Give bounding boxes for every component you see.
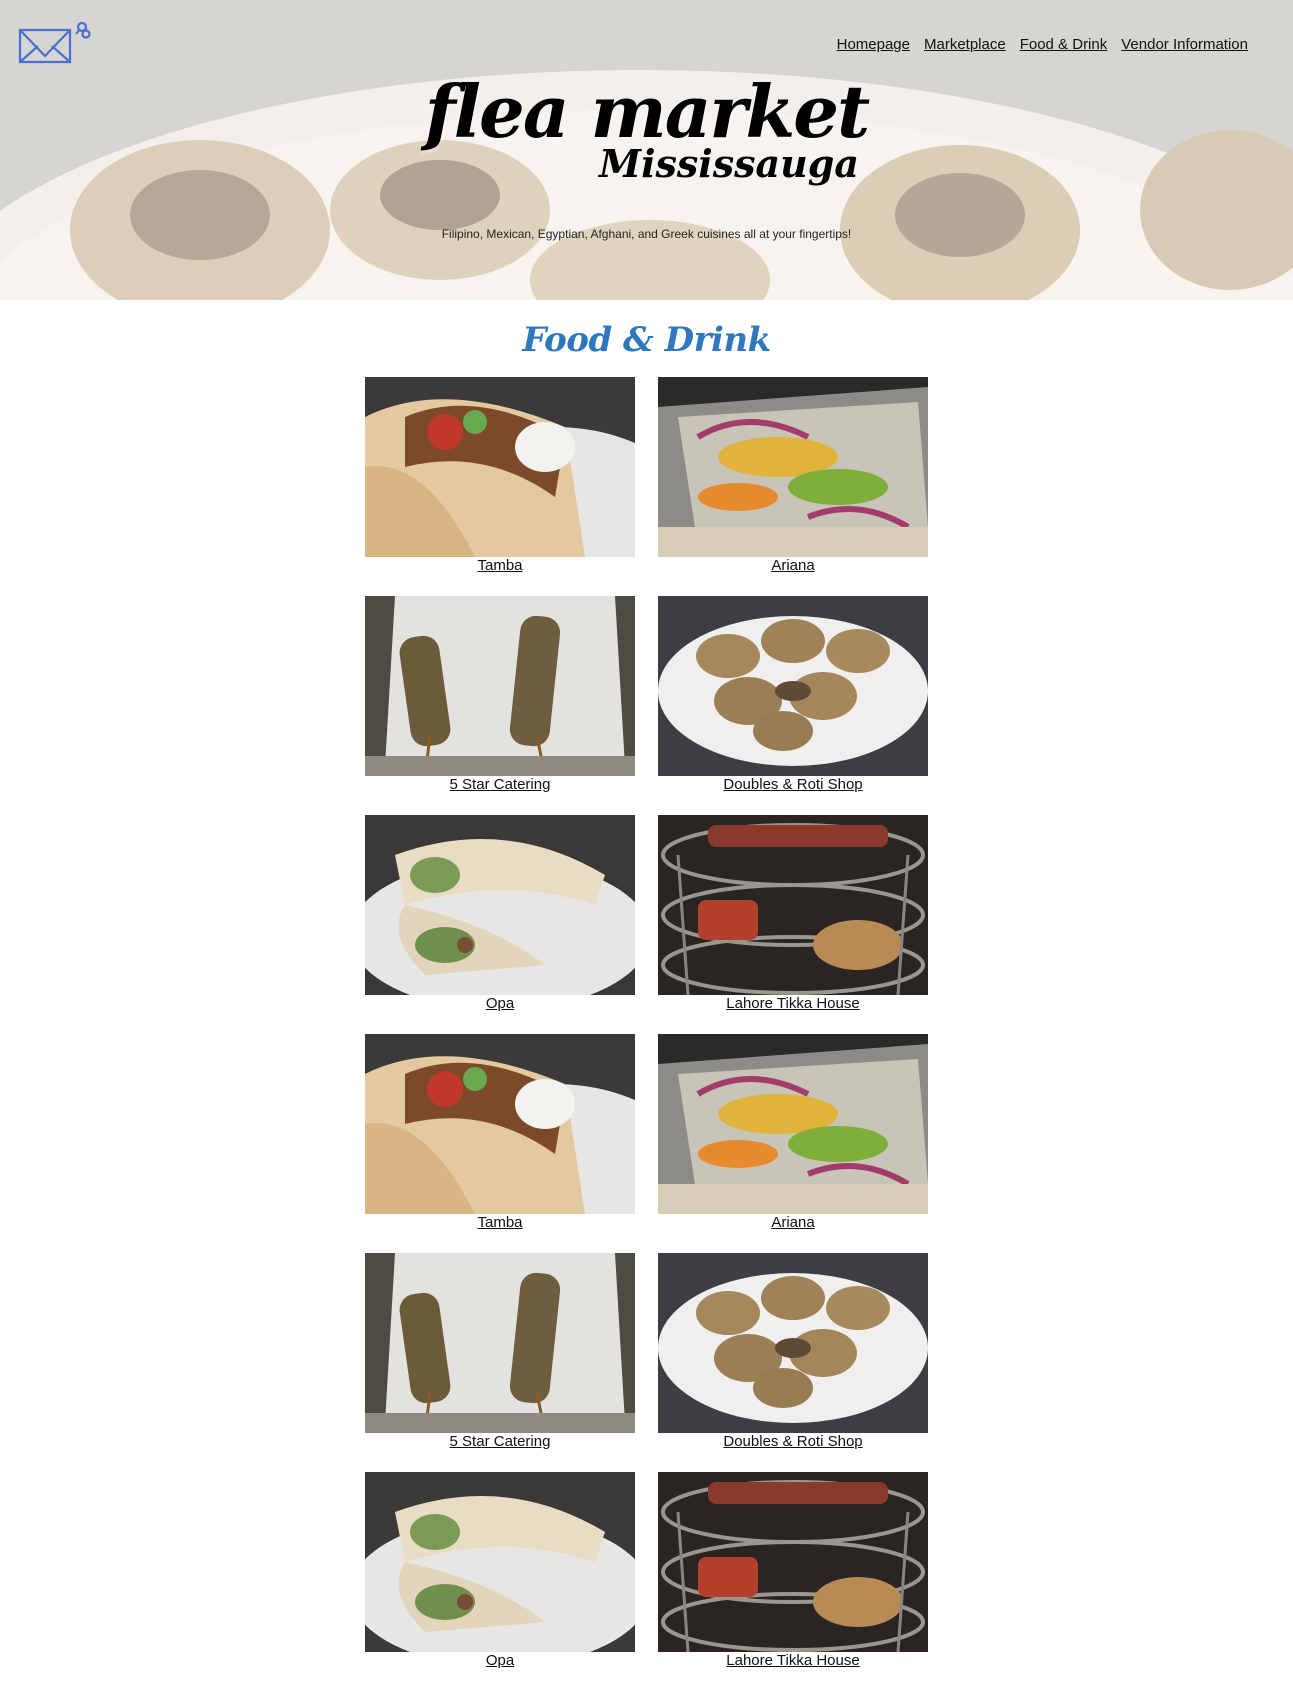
flea-market-logo-icon[interactable]: [18, 20, 92, 66]
kebab-skewers-photo[interactable]: [365, 1253, 635, 1433]
tikka-grill-photo[interactable]: [658, 815, 928, 995]
kebab-skewers-photo[interactable]: [365, 596, 635, 776]
vendor-link[interactable]: 5 Star Catering: [450, 776, 551, 794]
vendor-card: Opa: [365, 1472, 635, 1670]
shawarma-wrap-photo[interactable]: [365, 1472, 635, 1652]
vendor-link[interactable]: Doubles & Roti Shop: [723, 1433, 862, 1451]
vendor-grid: Tamba Ariana 5 Star Catering Doubles & R…: [365, 377, 928, 1670]
vendor-card: Lahore Tikka House: [658, 1472, 928, 1670]
pepper-tray-photo[interactable]: [658, 377, 928, 557]
nav-homepage-link[interactable]: Homepage: [837, 36, 910, 53]
vendor-link[interactable]: Tamba: [477, 557, 522, 575]
hero-tagline: Filipino, Mexican, Egyptian, Afghani, an…: [441, 227, 852, 241]
vendor-link[interactable]: Tamba: [477, 1214, 522, 1232]
vendor-card: Opa: [365, 815, 635, 1013]
vendor-card: Doubles & Roti Shop: [658, 1253, 928, 1451]
nav-vendor-information-link[interactable]: Vendor Information: [1121, 36, 1248, 53]
tikka-grill-photo[interactable]: [658, 1472, 928, 1652]
vendor-link[interactable]: Ariana: [771, 1214, 814, 1232]
pepper-tray-photo[interactable]: [658, 1034, 928, 1214]
vendor-card: Tamba: [365, 377, 635, 575]
brand-wordmark: flea market Mississauga: [0, 70, 1293, 186]
gyro-wrap-photo[interactable]: [365, 1034, 635, 1214]
page-title: Food & Drink: [522, 320, 771, 360]
vendor-card: 5 Star Catering: [365, 596, 635, 794]
vendor-card: 5 Star Catering: [365, 1253, 635, 1451]
vendor-link[interactable]: Lahore Tikka House: [726, 995, 859, 1013]
nav-marketplace-link[interactable]: Marketplace: [924, 36, 1006, 53]
vendor-card: Ariana: [658, 1034, 928, 1232]
vendor-card: Doubles & Roti Shop: [658, 596, 928, 794]
brand-subtitle: Mississauga: [599, 141, 859, 186]
shawarma-wrap-photo[interactable]: [365, 815, 635, 995]
pani-puri-plate-photo[interactable]: [658, 1253, 928, 1433]
vendor-card: Tamba: [365, 1034, 635, 1232]
vendor-link[interactable]: Ariana: [771, 557, 814, 575]
vendor-link[interactable]: Opa: [486, 1652, 514, 1670]
pani-puri-plate-photo[interactable]: [658, 596, 928, 776]
nav-food-drink-link[interactable]: Food & Drink: [1020, 36, 1108, 53]
vendor-card: Ariana: [658, 377, 928, 575]
main-nav: Homepage Marketplace Food & Drink Vendor…: [837, 36, 1248, 53]
vendor-link[interactable]: Opa: [486, 995, 514, 1013]
vendor-card: Lahore Tikka House: [658, 815, 928, 1013]
hero-banner: Homepage Marketplace Food & Drink Vendor…: [0, 0, 1293, 300]
vendor-link[interactable]: Lahore Tikka House: [726, 1652, 859, 1670]
vendor-link[interactable]: 5 Star Catering: [450, 1433, 551, 1451]
gyro-wrap-photo[interactable]: [365, 377, 635, 557]
vendor-link[interactable]: Doubles & Roti Shop: [723, 776, 862, 794]
